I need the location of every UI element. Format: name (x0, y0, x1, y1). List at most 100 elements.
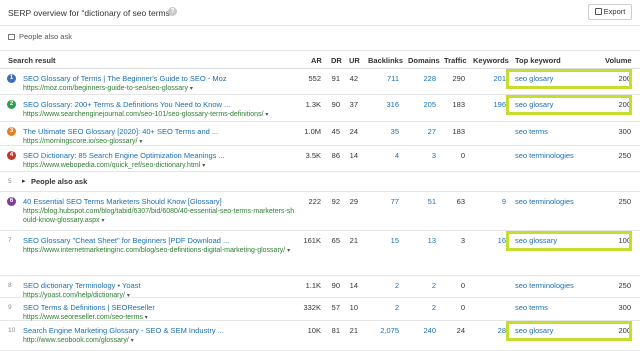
cell-domains[interactable]: 240 (423, 326, 436, 335)
cell-domains[interactable]: 2 (432, 303, 436, 312)
col-search-result[interactable]: Search result (8, 56, 56, 65)
col-volume[interactable]: Volume (605, 56, 632, 65)
result-title-link[interactable]: SEO Glossary "Cheat Sheet" for Beginners… (23, 236, 229, 245)
cell-volume: 300 (618, 303, 631, 312)
result-title-link[interactable]: SEO Glossary: 200+ Terms & Definitions Y… (23, 100, 230, 109)
result-url[interactable]: https://www.webopedia.com/quick_ref/seo-… (23, 161, 298, 171)
chevron-down-icon[interactable]: ▾ (139, 139, 142, 145)
cell-top-keyword[interactable]: seo terminologies (515, 197, 574, 206)
cell-top-keyword[interactable]: seo terminologies (515, 281, 574, 290)
cell-domains[interactable]: 2 (432, 281, 436, 290)
cell-ar: 10K (307, 326, 321, 335)
result-title-link[interactable]: SEO dictionary Terminology • Yoast (23, 281, 141, 290)
col-domains[interactable]: Domains (408, 56, 440, 65)
cell-backlinks[interactable]: 711 (387, 74, 399, 83)
col-keywords[interactable]: Keywords (473, 56, 509, 65)
result-url[interactable]: http://www.seobook.com/glossary/ ▾ (23, 336, 298, 346)
table-row: 6 40 Essential SEO Terms Marketers Should… (0, 192, 640, 231)
cell-dr: 45 (331, 127, 340, 136)
col-dr[interactable]: DR (331, 56, 342, 65)
cell-dr: 57 (331, 303, 340, 312)
people-also-ask-toggle[interactable]: People also ask (8, 32, 72, 41)
cell-backlinks[interactable]: 77 (391, 197, 399, 206)
rank-badge: 6 (7, 197, 16, 206)
cell-keywords[interactable]: 16 (498, 236, 506, 245)
cell-backlinks[interactable]: 316 (386, 100, 399, 109)
cell-top-keyword[interactable]: seo terminologies (515, 151, 574, 160)
people-also-ask-row[interactable]: 5 ▸ People also ask (0, 172, 640, 192)
cell-domains[interactable]: 27 (428, 127, 436, 136)
page-title: SERP overview for “dictionary of seo ter… (8, 8, 173, 18)
cell-backlinks[interactable]: 2 (395, 303, 399, 312)
cell-keywords[interactable]: 201 (493, 74, 506, 83)
cell-dr: 81 (331, 326, 340, 335)
col-backlinks[interactable]: Backlinks (368, 56, 403, 65)
export-button[interactable]: Export (588, 4, 632, 20)
cell-top-keyword[interactable]: seo terms (515, 127, 548, 136)
col-top-keyword[interactable]: Top keyword (515, 56, 561, 65)
cell-backlinks[interactable]: 15 (391, 236, 399, 245)
cell-domains[interactable]: 228 (423, 74, 436, 83)
cell-ur: 24 (349, 127, 358, 136)
cell-ur: 14 (349, 281, 358, 290)
cell-volume: 250 (618, 197, 631, 206)
rank-number: 8 (8, 282, 12, 289)
chevron-down-icon[interactable]: ▾ (265, 112, 268, 118)
cell-ar: 552 (308, 74, 321, 83)
col-traffic[interactable]: Traffic (444, 56, 467, 65)
result-url[interactable]: https://blog.hubspot.com/blog/tabid/6307… (23, 207, 298, 226)
cell-backlinks[interactable]: 35 (391, 127, 399, 136)
rank-badge: 3 (7, 127, 16, 136)
cell-ur: 37 (349, 100, 358, 109)
chevron-down-icon[interactable]: ▾ (202, 163, 205, 169)
cell-traffic: 0 (460, 151, 465, 160)
chevron-down-icon[interactable]: ▾ (287, 248, 290, 254)
cell-ur: 29 (349, 197, 358, 206)
rank-number: 9 (8, 304, 12, 311)
result-title-link[interactable]: SEO Dictionary: 85 Search Engine Optimiz… (23, 151, 225, 160)
cell-backlinks[interactable]: 4 (395, 151, 399, 160)
result-title-link[interactable]: 40 Essential SEO Terms Marketers Should … (23, 197, 222, 206)
rank-number: 10 (8, 327, 16, 334)
cell-keywords[interactable]: 9 (502, 197, 506, 206)
toolbar: SERP overview for “dictionary of seo ter… (0, 0, 640, 26)
paa-label: People also ask (19, 32, 72, 41)
result-title-link[interactable]: The Ultimate SEO Glossary [2020]: 40+ SE… (23, 127, 218, 136)
cell-volume: 300 (618, 127, 631, 136)
result-title-link[interactable]: Search Engine Marketing Glossary - SEO &… (23, 326, 224, 335)
cell-domains[interactable]: 13 (428, 236, 436, 245)
result-url[interactable]: https://www.searchenginejournal.com/seo-… (23, 110, 298, 120)
cell-top-keyword[interactable]: seo terms (515, 303, 548, 312)
cell-domains[interactable]: 205 (423, 100, 436, 109)
col-ur[interactable]: UR (349, 56, 360, 65)
cell-keywords[interactable]: 28 (498, 326, 506, 335)
cell-domains[interactable]: 3 (432, 151, 436, 160)
result-url[interactable]: https://www.internetmarketinginc.com/blo… (23, 246, 298, 256)
chevron-down-icon[interactable]: ▾ (190, 86, 193, 92)
table-header: Search result AR DR UR Backlinks Domains… (0, 50, 640, 69)
cell-traffic: 0 (460, 281, 465, 290)
cell-domains[interactable]: 51 (428, 197, 436, 206)
col-ar[interactable]: AR (311, 56, 322, 65)
cell-backlinks[interactable]: 2 (395, 281, 399, 290)
cell-ur: 21 (349, 236, 358, 245)
chevron-down-icon[interactable]: ▾ (131, 338, 134, 344)
result-title-link[interactable]: SEO Glossary of Terms | The Beginner's G… (23, 74, 227, 83)
help-icon[interactable]: ? (168, 7, 177, 16)
table-row: 7 SEO Glossary "Cheat Sheet" for Beginner… (0, 231, 640, 276)
cell-backlinks[interactable]: 2,075 (380, 326, 399, 335)
rank-badge: 2 (7, 100, 16, 109)
result-title-link[interactable]: SEO Terms & Definitions | SEOReseller (23, 303, 155, 312)
cell-keywords[interactable]: 196 (493, 100, 506, 109)
cell-ur: 10 (349, 303, 358, 312)
cell-volume: 250 (618, 151, 631, 160)
result-url[interactable]: https://moz.com/beginners-guide-to-seo/s… (23, 84, 298, 94)
cell-traffic: 63 (456, 197, 465, 206)
cell-ar: 1.1K (305, 281, 321, 290)
cell-dr: 65 (331, 236, 340, 245)
cell-ar: 161K (303, 236, 321, 245)
chevron-down-icon[interactable]: ▾ (101, 218, 104, 224)
cell-traffic: 0 (460, 303, 465, 312)
expand-triangle-icon[interactable]: ▸ (22, 177, 26, 185)
keyword-highlight (506, 69, 632, 89)
